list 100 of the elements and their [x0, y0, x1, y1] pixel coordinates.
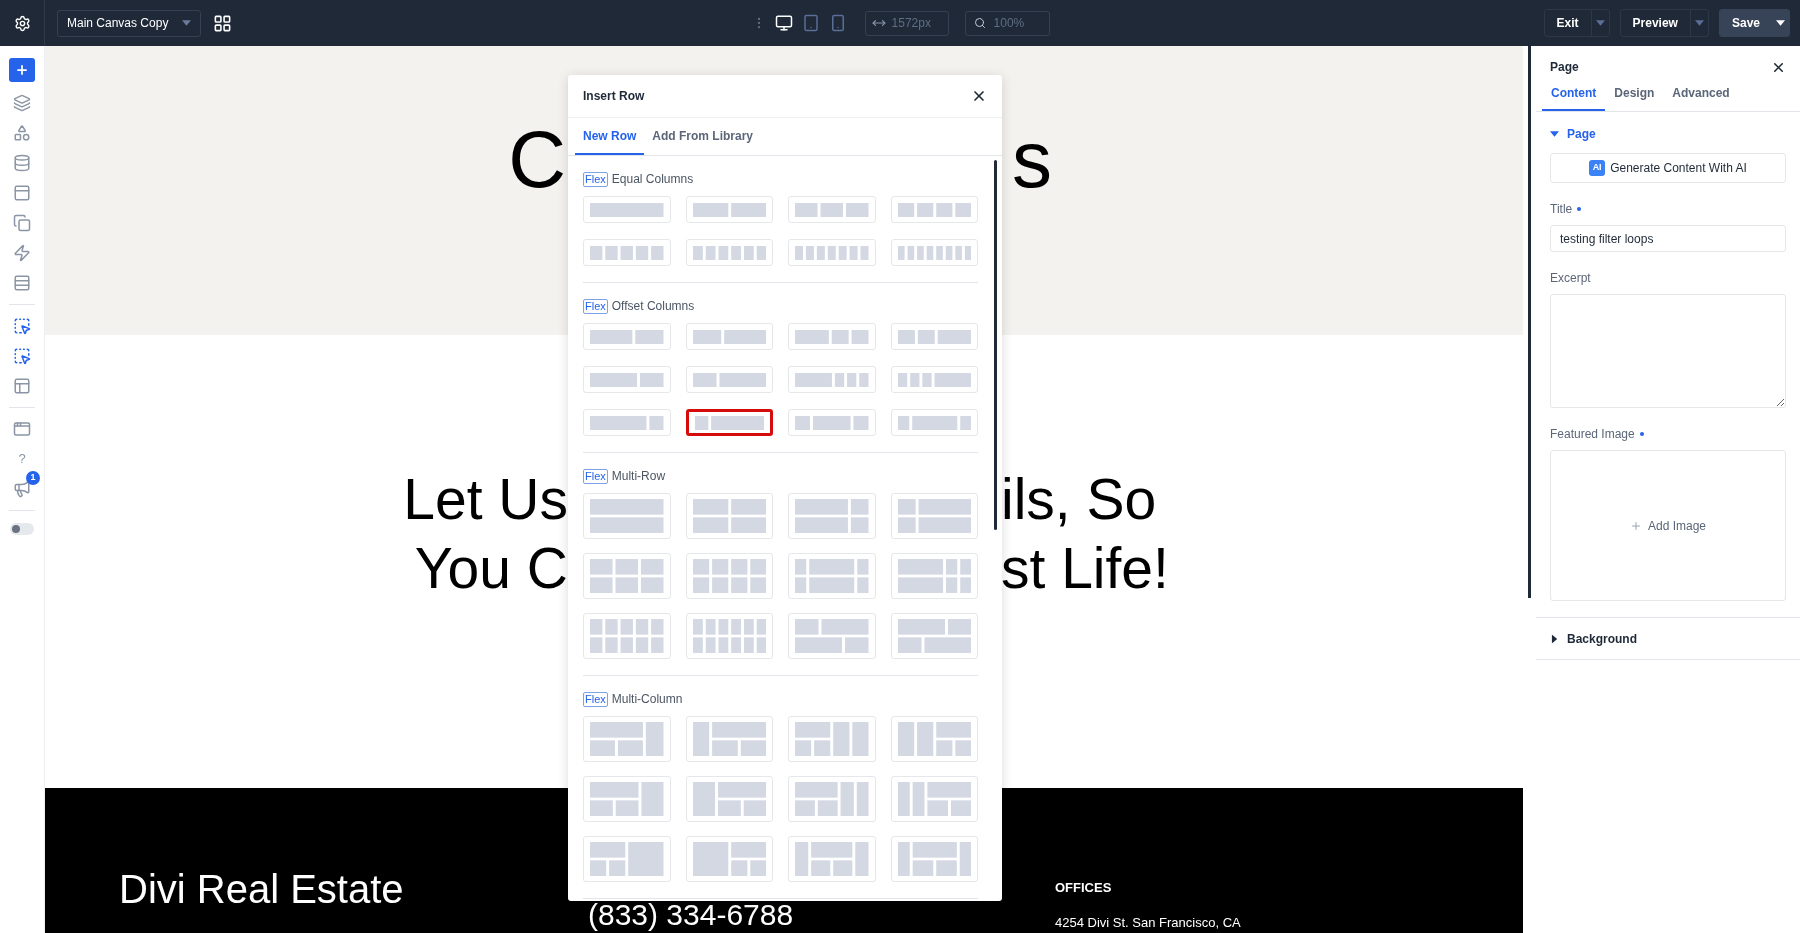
selection-icon[interactable]	[13, 347, 31, 365]
flex-badge: Flex	[583, 691, 608, 707]
column-layout-icon	[795, 619, 869, 653]
desktop-view-icon[interactable]	[774, 14, 793, 32]
column-layout-icon	[692, 559, 766, 593]
flex-badge: Flex	[583, 298, 608, 314]
panel-tab[interactable]: Design	[1605, 77, 1664, 111]
layout-preview-icon[interactable]	[13, 377, 31, 395]
column-layout-icon	[795, 202, 869, 217]
column-layout-icon	[692, 372, 766, 387]
copy-icon[interactable]	[13, 214, 31, 232]
column-layout-icon	[692, 329, 766, 344]
panel-tab[interactable]: Content	[1542, 77, 1606, 111]
caret-icon	[182, 20, 191, 26]
layers-icon[interactable]	[13, 94, 31, 112]
column-layout-icon	[897, 722, 971, 756]
section-title: Equal Columns	[611, 171, 694, 188]
plus-icon	[1629, 519, 1642, 532]
column-layout-icon	[590, 372, 664, 387]
column-layout-icon	[795, 559, 869, 593]
column-layout-icon	[590, 782, 664, 816]
footer-address: 4254 Divi St. San Francisco, CA	[1055, 915, 1241, 931]
footer-heading: OFFICES	[1055, 880, 1112, 896]
column-layout-icon	[795, 329, 869, 344]
dialog-tab[interactable]: Add From Library	[644, 118, 762, 155]
section-title: Multi-Column	[611, 691, 683, 708]
column-layout-icon	[795, 782, 869, 816]
toolbar-button[interactable]: Exit	[1543, 9, 1610, 37]
close-icon[interactable]	[971, 88, 987, 104]
column-layout-icon	[590, 619, 664, 653]
tablet-view-icon[interactable]	[801, 14, 820, 32]
layout-option[interactable]	[685, 409, 773, 436]
section-toggle[interactable]: Background	[1550, 629, 1637, 648]
column-layout-icon	[692, 499, 766, 533]
toolbar-button[interactable]: Preview	[1619, 9, 1709, 37]
field-label: Excerpt	[1550, 270, 1591, 287]
column-layout-icon	[692, 619, 766, 653]
flex-badge: Flex	[583, 468, 608, 484]
lightning-icon[interactable]	[13, 244, 31, 262]
caret-icon	[1595, 20, 1605, 26]
section-title: Offset Columns	[611, 298, 695, 315]
grid-icon[interactable]	[213, 13, 232, 33]
panel-tab[interactable]: Advanced	[1663, 77, 1739, 111]
windows-icon[interactable]	[13, 420, 31, 438]
column-layout-icon	[897, 559, 971, 593]
section-title: Multi-Row	[611, 468, 666, 485]
image-dropzone[interactable]: Add Image	[1550, 450, 1786, 601]
tagline-text: ils, So	[1001, 466, 1158, 533]
template-icon[interactable]	[13, 184, 31, 202]
column-layout-icon	[590, 559, 664, 593]
column-layout-icon	[692, 722, 766, 756]
plus-icon	[15, 63, 29, 77]
column-layout-icon	[694, 415, 764, 430]
column-layout-icon	[692, 842, 766, 876]
database-icon[interactable]	[13, 154, 31, 172]
column-layout-icon	[590, 499, 664, 533]
column-layout-icon	[795, 372, 869, 387]
column-layout-icon	[692, 245, 766, 260]
add-button[interactable]	[9, 58, 35, 82]
flex-badge: Flex	[583, 171, 608, 187]
column-layout-icon	[897, 329, 971, 344]
dialog-title: Insert Row	[583, 88, 645, 105]
rows-icon[interactable]	[13, 274, 31, 292]
section-toggle[interactable]: Page	[1550, 125, 1596, 143]
settings-icon[interactable]	[13, 14, 31, 32]
column-layout-icon	[897, 415, 971, 430]
tagline-text: Let Us	[402, 466, 568, 533]
column-layout-icon	[897, 619, 971, 653]
column-layout-icon	[692, 782, 766, 816]
tagline-text: st Life!	[1001, 535, 1170, 602]
scrollbar-thumb[interactable]	[1528, 46, 1531, 598]
dialog-tab[interactable]: New Row	[575, 118, 645, 155]
hero-heading: C	[507, 114, 567, 206]
column-layout-icon	[590, 245, 664, 260]
column-layout-icon	[897, 842, 971, 876]
help-label[interactable]: ?	[18, 450, 26, 468]
shapes-icon[interactable]	[13, 124, 31, 142]
canvas-select[interactable]: Main Canvas Copy	[57, 9, 201, 37]
column-layout-icon	[897, 372, 971, 387]
tagline-text: You C	[413, 535, 568, 602]
column-layout-icon	[795, 415, 869, 430]
theme-toggle[interactable]	[10, 523, 34, 535]
notification-badge: 1	[26, 471, 40, 485]
selection-icon[interactable]	[13, 317, 31, 335]
excerpt-field[interactable]	[1550, 294, 1786, 408]
column-layout-icon	[897, 499, 971, 533]
footer-phone: (833) 334-6788	[588, 898, 794, 931]
title-field[interactable]: testing filter loops	[1550, 225, 1786, 252]
caret-icon	[1551, 634, 1558, 643]
caret-icon	[1776, 20, 1785, 26]
save-button[interactable]: Save	[1718, 9, 1790, 37]
column-layout-icon	[590, 329, 664, 344]
hero-heading: s	[1012, 114, 1053, 206]
scrollbar-thumb[interactable]	[994, 160, 997, 530]
field-label: Title	[1550, 201, 1573, 218]
caret-icon	[1550, 131, 1559, 137]
generate-ai-button[interactable]: AI Generate Content With AI	[1550, 153, 1786, 183]
column-layout-icon	[897, 202, 971, 217]
megaphone-icon[interactable]	[13, 480, 31, 498]
column-layout-icon	[590, 722, 664, 756]
